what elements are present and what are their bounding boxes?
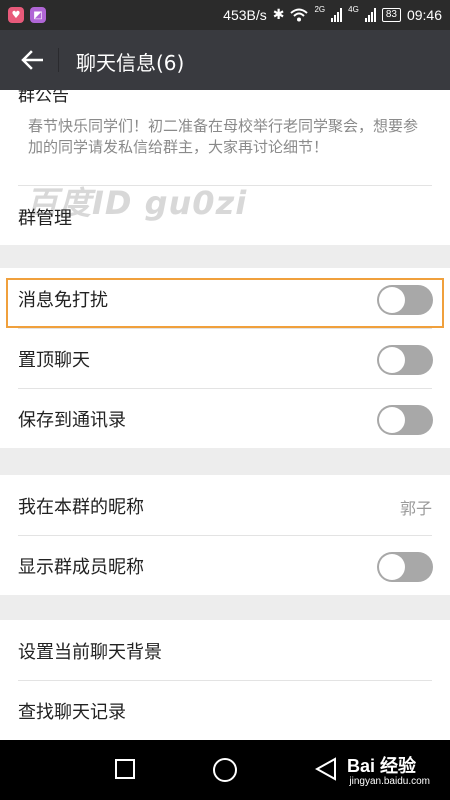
pin-toggle[interactable] bbox=[377, 345, 433, 375]
app-notification-icon: ♥ bbox=[8, 7, 24, 23]
row-label: 设置当前聊天背景 bbox=[18, 642, 162, 663]
save-contacts-toggle[interactable] bbox=[377, 405, 433, 435]
nickname-section: 我在本群的昵称 郭子 显示群成员昵称 bbox=[0, 475, 450, 595]
row-label: 我在本群的昵称 bbox=[18, 497, 144, 518]
arrow-left-icon bbox=[21, 50, 43, 70]
row-chat-background[interactable]: 设置当前聊天背景 bbox=[0, 620, 450, 680]
row-show-nicknames[interactable]: 显示群成员昵称 bbox=[0, 535, 450, 595]
row-save-contacts[interactable]: 保存到通讯录 bbox=[0, 388, 450, 448]
home-button[interactable] bbox=[213, 758, 237, 782]
row-label: 置顶聊天 bbox=[18, 350, 90, 371]
baidu-url: jingyan.baidu.com bbox=[349, 776, 430, 787]
status-bar: ♥ ◩ 453B/s ✱ 2G 4G 83 09:46 bbox=[0, 0, 450, 30]
row-label: 查找聊天记录 bbox=[18, 702, 126, 723]
network-speed: 453B/s bbox=[223, 6, 267, 23]
toggle-knob bbox=[379, 554, 405, 580]
title-bar: 聊天信息(6) bbox=[0, 30, 450, 90]
signal-icon bbox=[331, 7, 343, 22]
row-label: 显示群成员昵称 bbox=[18, 557, 144, 578]
row-my-nickname[interactable]: 我在本群的昵称 郭子 bbox=[0, 475, 450, 535]
row-pin[interactable]: 置顶聊天 bbox=[0, 328, 450, 388]
chat-section: 设置当前聊天背景 查找聊天记录 bbox=[0, 620, 450, 740]
notice-text[interactable]: 春节快乐同学们！初二准备在母校举行老同学聚会，想要参加的同学请发私信给群主，大家… bbox=[28, 116, 428, 158]
title-divider bbox=[58, 48, 59, 72]
show-nicknames-toggle[interactable] bbox=[377, 552, 433, 582]
row-label: 群管理 bbox=[18, 208, 72, 229]
notice-title: 群公告 bbox=[18, 90, 69, 106]
navigation-bar: Bai 经验 jingyan.baidu.com bbox=[0, 740, 450, 800]
sim1-label: 2G bbox=[314, 5, 326, 14]
notice-section: 群公告 春节快乐同学们！初二准备在母校举行老同学聚会，想要参加的同学请发私信给群… bbox=[0, 90, 450, 245]
toggle-knob bbox=[379, 347, 405, 373]
sim2-label: 4G bbox=[348, 5, 359, 14]
status-indicators: 453B/s ✱ 2G 4G 83 09:46 bbox=[223, 5, 442, 23]
highlight-box bbox=[6, 278, 444, 328]
settings-list[interactable]: 群公告 春节快乐同学们！初二准备在母校举行老同学聚会，想要参加的同学请发私信给群… bbox=[0, 90, 450, 740]
back-button[interactable] bbox=[16, 44, 48, 76]
clock: 09:46 bbox=[406, 6, 442, 23]
signal-icon bbox=[364, 7, 376, 22]
app-notification-icon: ◩ bbox=[30, 7, 46, 23]
page-title: 聊天信息(6) bbox=[76, 51, 185, 75]
nickname-value: 郭子 bbox=[399, 499, 432, 518]
battery-icon: 83 bbox=[381, 7, 401, 22]
bluetooth-icon: ✱ bbox=[272, 6, 285, 22]
nav-back-button[interactable] bbox=[315, 757, 337, 781]
baidu-logo: Bai 经验 bbox=[346, 756, 416, 776]
row-group-manage[interactable]: 群管理 bbox=[0, 186, 450, 246]
toggle-knob bbox=[379, 407, 405, 433]
row-search-history[interactable]: 查找聊天记录 bbox=[0, 680, 450, 740]
recent-apps-button[interactable] bbox=[115, 759, 135, 779]
wifi-icon bbox=[290, 8, 309, 21]
notification-icons: ♥ ◩ bbox=[8, 7, 46, 23]
row-label: 保存到通讯录 bbox=[18, 410, 126, 431]
